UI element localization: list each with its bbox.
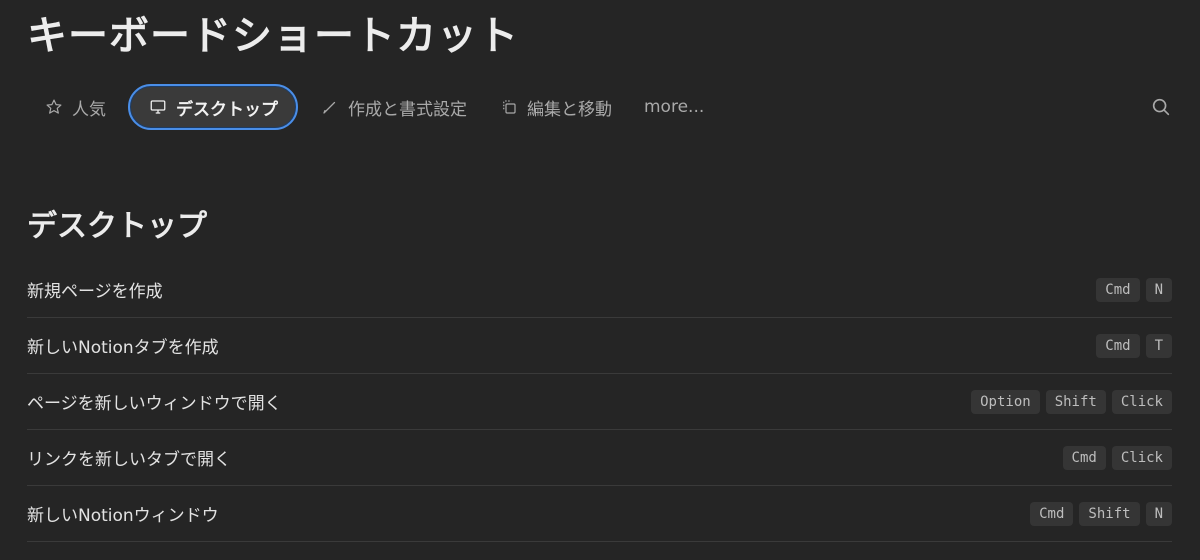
key-cap: Cmd [1096,277,1140,302]
star-icon [44,97,64,117]
shortcut-label: ページを新しいウィンドウで開く [27,394,282,414]
key-combo: Cmd T [1096,333,1172,358]
tab-popular[interactable]: 人気 [28,84,122,130]
tab-create-format[interactable]: 作成と書式設定 [304,84,483,130]
key-combo: Option Shift Click [971,389,1172,414]
shortcut-row: 新しいNotionタブを作成 Cmd T [27,318,1172,374]
section-title: デスクトップ [27,209,207,244]
key-cap: T [1145,333,1172,358]
shortcut-label: リンクを新しいタブで開く [27,450,231,470]
tab-label: more... [644,97,705,117]
tab-desktop[interactable]: デスクトップ [128,84,298,130]
key-cap: Shift [1045,389,1106,414]
key-cap: N [1145,277,1172,302]
shortcut-label: 新しいNotionタブを作成 [27,338,219,358]
shortcut-row: リンクを新しいタブで開く Cmd Click [27,430,1172,486]
monitor-icon [148,97,168,117]
tab-label: 人気 [72,99,106,120]
key-cap: N [1145,501,1172,526]
key-cap: Cmd [1030,501,1074,526]
shortcut-label: 新規ページを作成 [27,282,163,302]
search-button[interactable] [1150,96,1172,118]
tab-label: 編集と移動 [527,99,612,120]
key-cap: Cmd [1096,333,1140,358]
key-cap: Cmd [1062,445,1106,470]
shortcut-row: 新しいNotionウィンドウ Cmd Shift N [27,486,1172,542]
shortcut-row: ページを新しいウィンドウで開く Option Shift Click [27,374,1172,430]
key-cap: Click [1111,389,1172,414]
tab-more[interactable]: more... [628,84,720,130]
shortcut-row: 新規ページを作成 Cmd N [27,262,1172,318]
key-combo: Cmd Click [1062,445,1172,470]
key-cap: Shift [1079,501,1140,526]
shortcut-label: 新しいNotionウィンドウ [27,506,219,526]
key-cap: Click [1111,445,1172,470]
key-cap: Option [971,389,1040,414]
shortcut-list: 新規ページを作成 Cmd N 新しいNotionタブを作成 Cmd T ページを… [27,262,1172,542]
tab-label: デスクトップ [176,99,278,120]
search-icon [1150,98,1172,122]
shortcuts-page: キーボードショートカット 人気 デスクトップ 作成と書式設定 編集と移動 mor… [0,0,1200,560]
tab-edit-move[interactable]: 編集と移動 [483,84,628,130]
key-combo: Cmd Shift N [1030,501,1172,526]
copy-icon [499,97,519,117]
page-title: キーボードショートカット [27,13,519,59]
pencil-icon [320,97,340,117]
tab-label: 作成と書式設定 [348,99,467,120]
key-combo: Cmd N [1096,277,1172,302]
category-tabs: 人気 デスクトップ 作成と書式設定 編集と移動 more... [28,82,720,132]
